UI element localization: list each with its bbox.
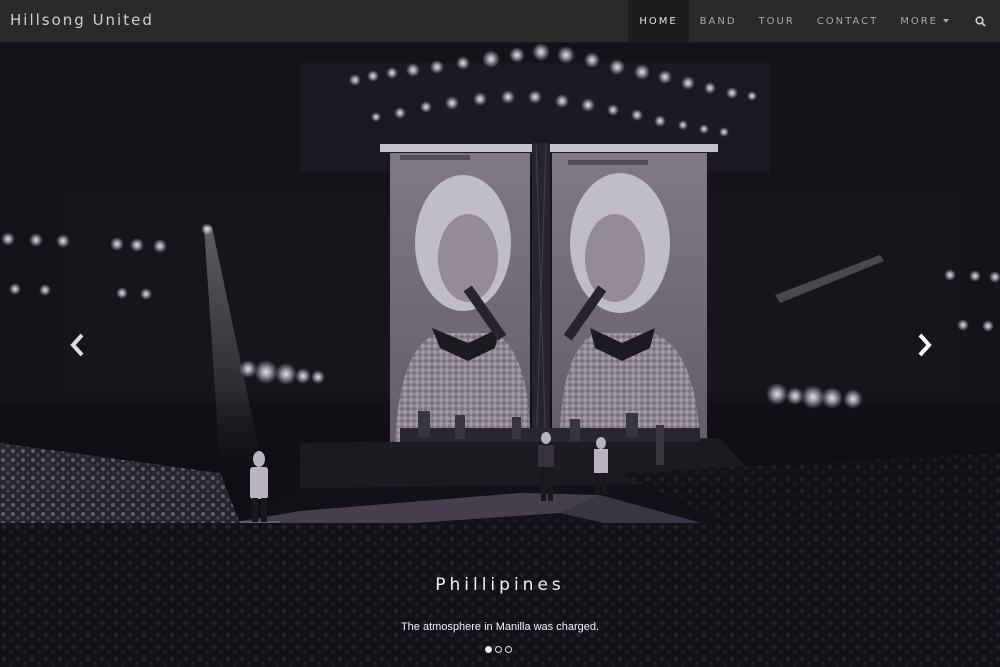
- carousel-next-button[interactable]: [912, 331, 936, 359]
- search-button[interactable]: [960, 0, 1000, 42]
- search-icon: [974, 15, 986, 27]
- carousel-dot-2[interactable]: [495, 646, 502, 653]
- concert-photo: [0, 43, 1000, 667]
- nav-menu: HOME BAND TOUR CONTACT MORE: [628, 0, 1000, 42]
- nav-item-more[interactable]: MORE: [889, 0, 960, 42]
- navbar: Hillsong United HOME BAND TOUR CONTACT M…: [0, 0, 1000, 43]
- nav-item-band[interactable]: BAND: [689, 0, 748, 42]
- nav-item-more-label: MORE: [900, 15, 938, 27]
- carousel-dot-1[interactable]: [485, 646, 492, 653]
- carousel-indicators: [485, 646, 512, 653]
- carousel-dot-3[interactable]: [505, 646, 512, 653]
- slide-caption: The atmosphere in Manilla was charged.: [400, 621, 600, 633]
- nav-item-home[interactable]: HOME: [628, 0, 689, 42]
- nav-item-contact[interactable]: CONTACT: [806, 0, 889, 42]
- hero-carousel: Phillipines The atmosphere in Manilla wa…: [0, 43, 1000, 667]
- chevron-left-icon: [70, 333, 84, 357]
- caret-down-icon: [943, 19, 949, 23]
- slide-title: Phillipines: [435, 575, 565, 595]
- carousel-prev-button[interactable]: [66, 331, 90, 359]
- nav-item-tour[interactable]: TOUR: [748, 0, 806, 42]
- brand-logo[interactable]: Hillsong United: [10, 11, 154, 29]
- chevron-right-icon: [918, 333, 932, 357]
